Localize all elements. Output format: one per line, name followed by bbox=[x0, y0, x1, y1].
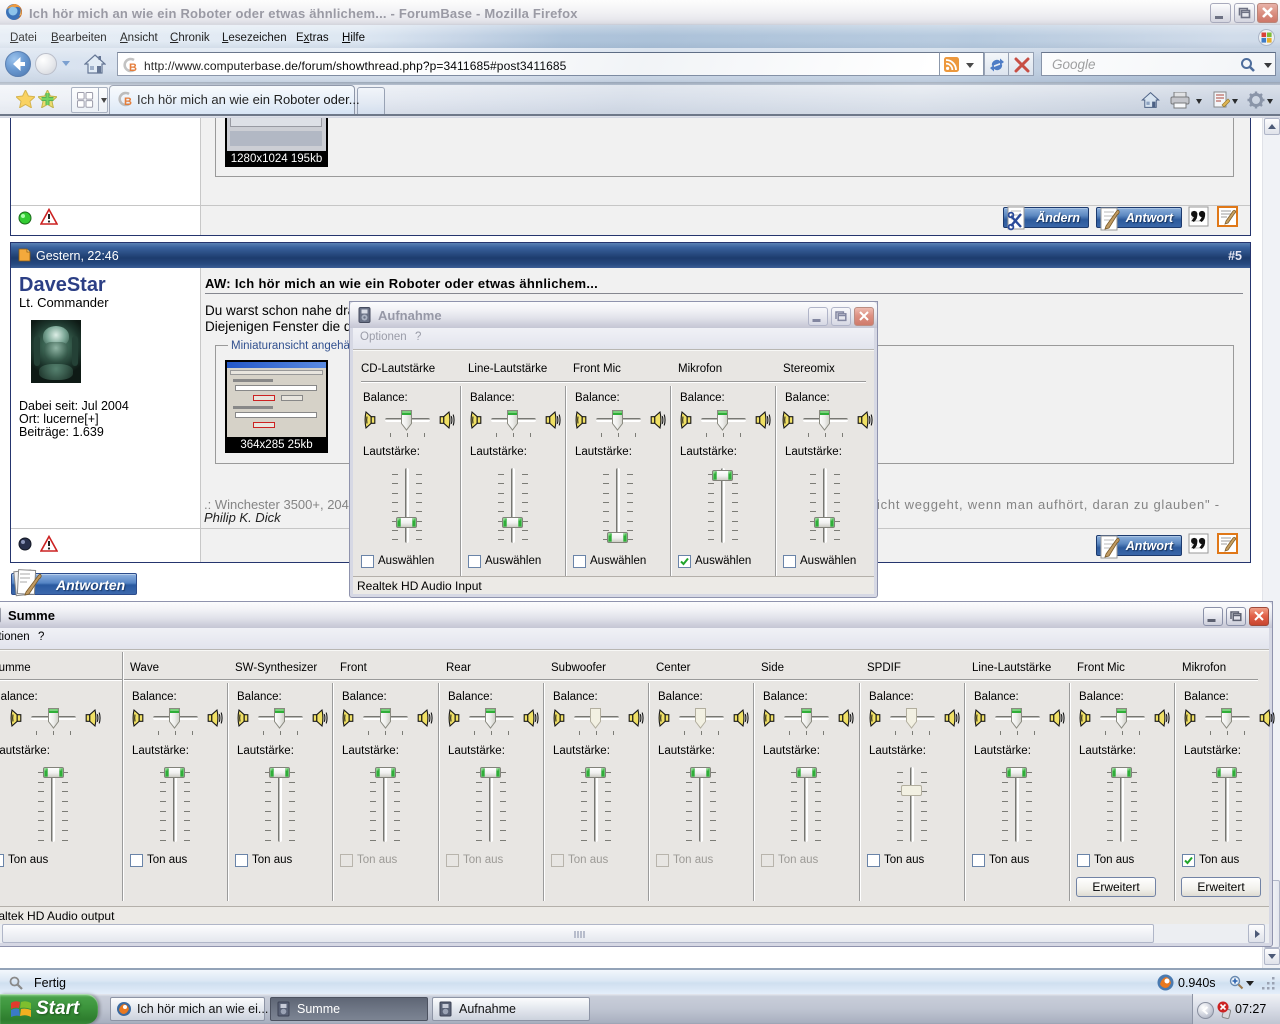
svg-text:B: B bbox=[129, 62, 137, 73]
svg-text:B: B bbox=[124, 96, 132, 107]
